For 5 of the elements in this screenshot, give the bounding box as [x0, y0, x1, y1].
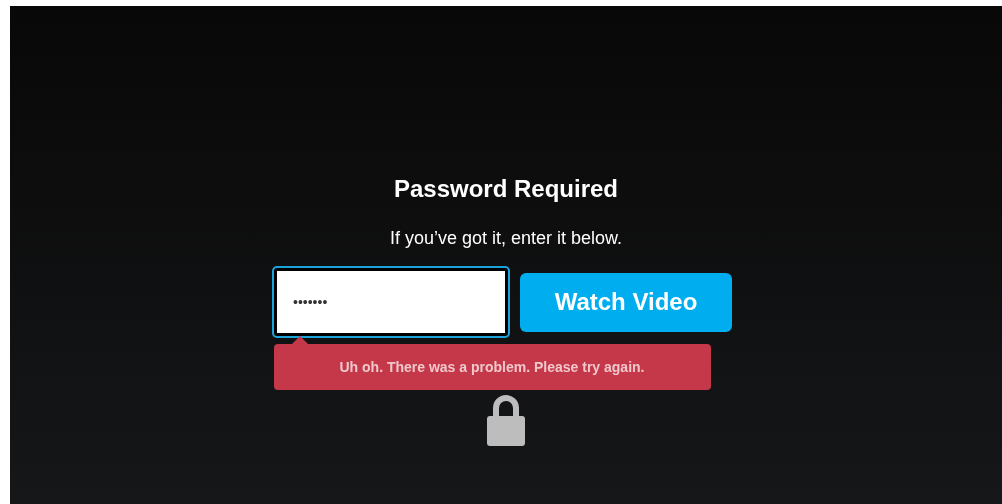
error-message: Uh oh. There was a problem. Please try again. [273, 344, 711, 390]
lock-icon [486, 392, 526, 446]
dialog-title: Password Required [393, 174, 619, 204]
instruction-text: If you’ve got it, enter it below. [389, 227, 623, 250]
password-field[interactable]: ••••••• [274, 268, 508, 336]
